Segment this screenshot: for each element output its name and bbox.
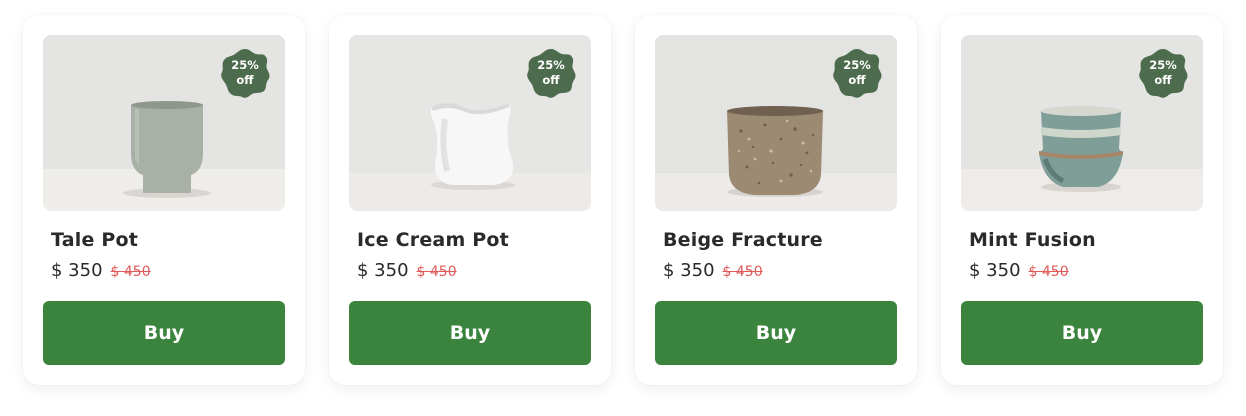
badge-percent: 25% xyxy=(843,58,871,72)
original-price: $ 450 xyxy=(110,264,151,280)
product-image: 25% off xyxy=(961,35,1203,211)
badge-percent: 25% xyxy=(1149,58,1177,72)
badge-percent: 25% xyxy=(537,58,565,72)
product-image: 25% off xyxy=(43,35,285,211)
product-card-mint-fusion: 25% off Mint Fusion $ 350 $ 450 Buy xyxy=(941,15,1223,385)
buy-button[interactable]: Buy xyxy=(961,301,1203,365)
buy-button[interactable]: Buy xyxy=(655,301,897,365)
discount-badge: 25% off xyxy=(219,47,271,99)
original-price: $ 450 xyxy=(722,264,763,280)
buy-button[interactable]: Buy xyxy=(43,301,285,365)
badge-off: off xyxy=(236,73,254,87)
product-name: Tale Pot xyxy=(51,229,139,251)
badge-off: off xyxy=(848,73,866,87)
product-name: Beige Fracture xyxy=(663,229,823,251)
product-image: 25% off xyxy=(349,35,591,211)
discount-badge: 25% off xyxy=(525,47,577,99)
price-row: $ 350 $ 450 xyxy=(357,260,457,281)
product-card-tale-pot: 25% off Tale Pot $ 350 $ 450 Buy xyxy=(23,15,305,385)
current-price: $ 350 xyxy=(357,260,409,281)
product-grid: 25% off Tale Pot $ 350 $ 450 Buy 25% off… xyxy=(23,15,1223,385)
original-price: $ 450 xyxy=(1028,264,1069,280)
product-name: Ice Cream Pot xyxy=(357,229,509,251)
price-row: $ 350 $ 450 xyxy=(663,260,763,281)
badge-percent: 25% xyxy=(231,58,259,72)
product-card-ice-cream-pot: 25% off Ice Cream Pot $ 350 $ 450 Buy xyxy=(329,15,611,385)
badge-off: off xyxy=(542,73,560,87)
discount-badge: 25% off xyxy=(831,47,883,99)
original-price: $ 450 xyxy=(416,264,457,280)
current-price: $ 350 xyxy=(969,260,1021,281)
current-price: $ 350 xyxy=(663,260,715,281)
product-card-beige-fracture: 25% off Beige Fracture $ 350 $ 450 Buy xyxy=(635,15,917,385)
buy-button[interactable]: Buy xyxy=(349,301,591,365)
discount-badge: 25% off xyxy=(1137,47,1189,99)
price-row: $ 350 $ 450 xyxy=(969,260,1069,281)
current-price: $ 350 xyxy=(51,260,103,281)
product-name: Mint Fusion xyxy=(969,229,1096,251)
price-row: $ 350 $ 450 xyxy=(51,260,151,281)
product-image: 25% off xyxy=(655,35,897,211)
badge-off: off xyxy=(1154,73,1172,87)
